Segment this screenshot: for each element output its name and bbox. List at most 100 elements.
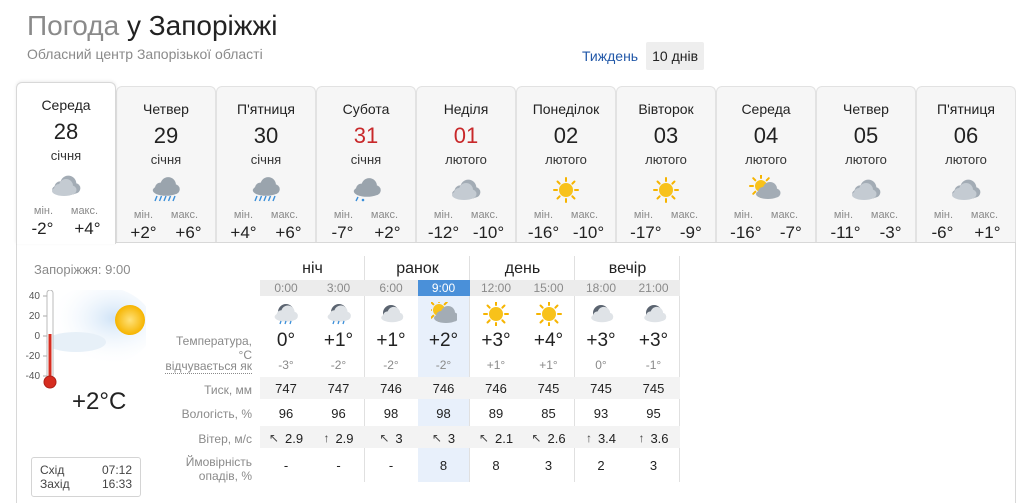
sun-icon xyxy=(648,175,684,205)
scale-label: 40 xyxy=(29,291,41,302)
day-month: лютого xyxy=(945,152,987,167)
wind-speed: 2.1 xyxy=(494,430,514,446)
max-label: макс. xyxy=(570,209,599,221)
day-max-temp: +4° xyxy=(74,219,101,238)
cloud-rain-icon xyxy=(248,175,284,205)
day-tab[interactable]: Четвер 29 січня мін. макс. +2° +6° xyxy=(116,86,216,242)
hour-label[interactable]: 21:00 xyxy=(628,281,680,295)
hour-label[interactable]: 18:00 xyxy=(575,281,627,295)
day-max-temp: -10° xyxy=(472,223,505,242)
min-label: мін. xyxy=(433,209,454,221)
max-label: макс. xyxy=(70,205,99,217)
ten-days-view-button[interactable]: 10 днів xyxy=(646,42,705,70)
max-label: макс. xyxy=(770,209,799,221)
wind-direction-icon: ↑ xyxy=(638,431,645,445)
min-label: мін. xyxy=(33,205,54,217)
hour-precipitation: - xyxy=(336,458,341,473)
sun-cloud-icon xyxy=(748,175,784,205)
day-tab[interactable]: Четвер 05 лютого мін. макс. -11° -3° xyxy=(816,86,916,242)
day-month: лютого xyxy=(645,152,687,167)
day-tab[interactable]: П'ятниця 30 січня мін. макс. +4° +6° xyxy=(216,86,316,242)
hour-wind: ↑ 2.9 xyxy=(313,430,365,446)
hour-wind: ↖ 2.1 xyxy=(470,430,522,446)
hour-temperature: +2° xyxy=(428,330,459,351)
hour-pressure: 747 xyxy=(275,381,297,396)
sun-icon xyxy=(548,175,584,205)
min-label: мін. xyxy=(833,209,854,221)
hour-precipitation: 2 xyxy=(597,458,605,473)
day-min-temp: -2° xyxy=(31,219,54,238)
day-tab[interactable]: П'ятниця 06 лютого мін. макс. -6° +1° xyxy=(916,86,1016,242)
day-tab[interactable]: Середа 04 лютого мін. макс. -16° -7° xyxy=(716,86,816,242)
day-min-temp: -7° xyxy=(331,223,354,242)
day-month: січня xyxy=(250,152,282,167)
day-tab[interactable]: Вівторок 03 лютого мін. макс. -17° -9° xyxy=(616,86,716,242)
hour-humidity: 96 xyxy=(331,406,346,421)
sun-icon xyxy=(483,302,535,326)
hour-temperature: +3° xyxy=(638,330,669,351)
wind-speed: 3 xyxy=(447,430,456,446)
min-label: мін. xyxy=(333,209,354,221)
day-min-temp: -17° xyxy=(630,223,662,242)
sunset-time: 16:33 xyxy=(101,477,132,491)
scale-label: -20 xyxy=(26,351,40,362)
min-label: мін. xyxy=(633,209,654,221)
sunset-label: Захід xyxy=(40,477,70,491)
wind-speed: 3.4 xyxy=(597,430,617,446)
hour-feels-like: 0° xyxy=(595,358,607,372)
hour-label[interactable]: 3:00 xyxy=(313,281,365,295)
day-min-temp: -16° xyxy=(730,223,762,242)
day-month: січня xyxy=(50,148,82,163)
period-label: ранок xyxy=(396,260,439,277)
hour-precipitation: 3 xyxy=(649,458,658,473)
max-label: макс. xyxy=(870,209,899,221)
day-month: лютого xyxy=(445,152,487,167)
hour-wind: ↖ 3 xyxy=(365,430,417,446)
day-tab[interactable]: Неділя 01 лютого мін. макс. -12° -10° xyxy=(416,86,516,242)
day-number: 03 xyxy=(653,123,679,148)
hour-humidity: 96 xyxy=(278,406,294,421)
hour-feels-like: -2° xyxy=(330,358,347,372)
sunrise-time: 07:12 xyxy=(101,463,132,477)
hour-humidity: 93 xyxy=(593,406,609,421)
day-number: 06 xyxy=(953,123,979,148)
hour-label[interactable]: 9:00 xyxy=(417,280,470,296)
scale-label: 20 xyxy=(29,311,41,322)
day-number: 02 xyxy=(553,123,579,148)
current-place-time: Запоріжжя: 9:00 xyxy=(34,262,131,277)
max-label: макс. xyxy=(470,209,499,221)
day-tab[interactable]: Субота 31 січня мін. макс. -7° +2° xyxy=(316,86,416,242)
hour-wind: ↖ 2.9 xyxy=(260,430,312,446)
wind-speed: 3 xyxy=(395,430,403,446)
hour-label[interactable]: 12:00 xyxy=(470,281,522,295)
week-view-link[interactable]: Тиждень xyxy=(578,42,642,70)
hour-humidity: 85 xyxy=(541,406,556,421)
sun-icon xyxy=(115,305,145,335)
day-max-temp: +1° xyxy=(974,223,1001,242)
sunrise-label: Схід xyxy=(40,463,65,477)
hour-feels-like: -2° xyxy=(435,358,452,372)
moon-cloud-icon xyxy=(641,302,693,326)
hour-label[interactable]: 6:00 xyxy=(365,281,417,295)
row-label-feels: відчувається як xyxy=(165,359,252,374)
day-name: П'ятниця xyxy=(937,101,995,117)
day-max-temp: +6° xyxy=(275,223,302,242)
hour-temperature: +1° xyxy=(376,330,406,351)
day-max-temp: -10° xyxy=(572,223,605,242)
day-number: 30 xyxy=(253,123,279,148)
view-switch: Тиждень 10 днів xyxy=(578,42,705,70)
day-tab[interactable]: Середа 28 січня мін. макс. -2° +4° xyxy=(16,82,116,244)
day-name: Неділя xyxy=(443,101,489,117)
hour-label[interactable]: 15:00 xyxy=(523,281,575,295)
moon-cloud-icon xyxy=(588,302,640,326)
day-name: Субота xyxy=(342,101,390,117)
day-number: 28 xyxy=(53,119,79,144)
hour-label[interactable]: 0:00 xyxy=(260,281,312,295)
day-month: січня xyxy=(350,152,382,167)
day-name: Четвер xyxy=(843,101,889,117)
cloud-sleet-icon xyxy=(348,175,384,205)
day-tab[interactable]: Понеділок 02 лютого мін. макс. -16° -10° xyxy=(516,86,616,242)
title-prefix: Погода xyxy=(27,10,120,41)
wind-direction-icon: ↑ xyxy=(323,431,330,445)
wind-direction-icon: ↖ xyxy=(431,431,442,445)
